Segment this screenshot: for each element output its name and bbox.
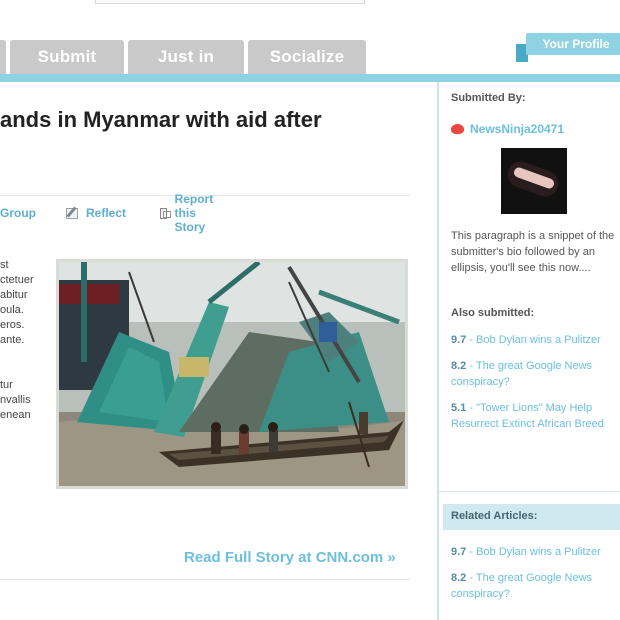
item-score: 8.2	[451, 360, 467, 372]
report-label: Report this Story	[174, 192, 214, 234]
nav-tab-submit[interactable]: Submit	[10, 40, 124, 74]
item-title: Bob Dylan wins a Pulitzer	[476, 546, 601, 558]
list-item[interactable]: 9.7 - Bob Dylan wins a Pulitzer	[451, 544, 619, 560]
body-line: ctetuer	[0, 274, 34, 286]
pencil-icon	[66, 207, 78, 219]
list-item[interactable]: 8.2 - The great Google News conspiracy?	[451, 570, 619, 602]
related-articles-header: Related Articles:	[443, 504, 620, 530]
item-score: 8.2	[451, 572, 467, 584]
nav-tab-just-in[interactable]: Just in	[128, 40, 244, 74]
user-badge-icon	[451, 124, 464, 134]
body-line: nvallis	[0, 394, 31, 406]
submitter-bio: This paragraph is a snippet of the submi…	[451, 230, 615, 274]
article-photo	[56, 259, 408, 489]
sidebar: Submitted By: NewsNinja20471 This paragr…	[437, 82, 620, 620]
body-line	[0, 363, 52, 378]
item-score: 9.7	[451, 334, 467, 346]
divider	[439, 491, 620, 492]
submitter-avatar[interactable]	[501, 148, 567, 214]
body-line: oula.	[0, 304, 24, 316]
your-profile-tab[interactable]: Your Profile	[526, 33, 620, 55]
reflect-label: Reflect	[86, 206, 127, 220]
body-line: st	[0, 259, 9, 271]
related-articles-list: 9.7 - Bob Dylan wins a Pulitzer 8.2 - Th…	[451, 544, 619, 612]
group-label: Group	[0, 206, 36, 220]
report-story-action[interactable]: Report this Story	[160, 192, 219, 234]
body-line: abitur	[0, 289, 28, 301]
item-score: 9.7	[451, 546, 467, 558]
item-title: Bob Dylan wins a Pulitzer	[476, 334, 601, 346]
list-item[interactable]: 9.7 - Bob Dylan wins a Pulitzer	[451, 332, 619, 348]
item-score: 5.1	[451, 402, 467, 414]
also-submitted-heading: Also submitted:	[451, 307, 535, 319]
reflect-action[interactable]: Reflect	[66, 202, 126, 224]
body-line	[0, 348, 52, 363]
body-line: enean	[0, 409, 31, 421]
read-full-story-link[interactable]: Read Full Story at CNN.com »	[184, 549, 396, 566]
boat-wreck-image	[59, 262, 405, 486]
article-headline[interactable]: ands in Myanmar with aid after	[0, 107, 322, 133]
group-action[interactable]: Group	[0, 202, 36, 224]
main-nav: Submit Just in Socialize	[0, 40, 370, 74]
nav-tab-socialize[interactable]: Socialize	[248, 40, 366, 74]
list-item[interactable]: 5.1 - "Tower Lions" May Help Resurrect E…	[451, 400, 619, 432]
body-line: eros.	[0, 319, 25, 331]
body-line: ante.	[0, 334, 25, 346]
submitter-link[interactable]: NewsNinja20471	[451, 122, 564, 136]
report-icon	[160, 207, 171, 219]
related-articles-heading: Related Articles:	[451, 510, 538, 522]
list-item[interactable]: 8.2 - The great Google News conspiracy?	[451, 358, 619, 390]
divider	[0, 579, 410, 580]
article-body: st ctetuer abitur oula. eros. ante. tur …	[0, 258, 52, 423]
submitted-by-heading: Submitted By:	[451, 92, 526, 104]
also-submitted-list: 9.7 - Bob Dylan wins a Pulitzer 8.2 - Th…	[451, 332, 619, 442]
submitter-name: NewsNinja20471	[470, 122, 565, 136]
body-line: tur	[0, 379, 13, 391]
article-main: ands in Myanmar with aid after Group Ref…	[0, 82, 437, 620]
nav-tab-partial[interactable]	[0, 40, 6, 74]
nav-accent-bar	[0, 74, 620, 82]
search-field-edge[interactable]	[95, 0, 365, 4]
